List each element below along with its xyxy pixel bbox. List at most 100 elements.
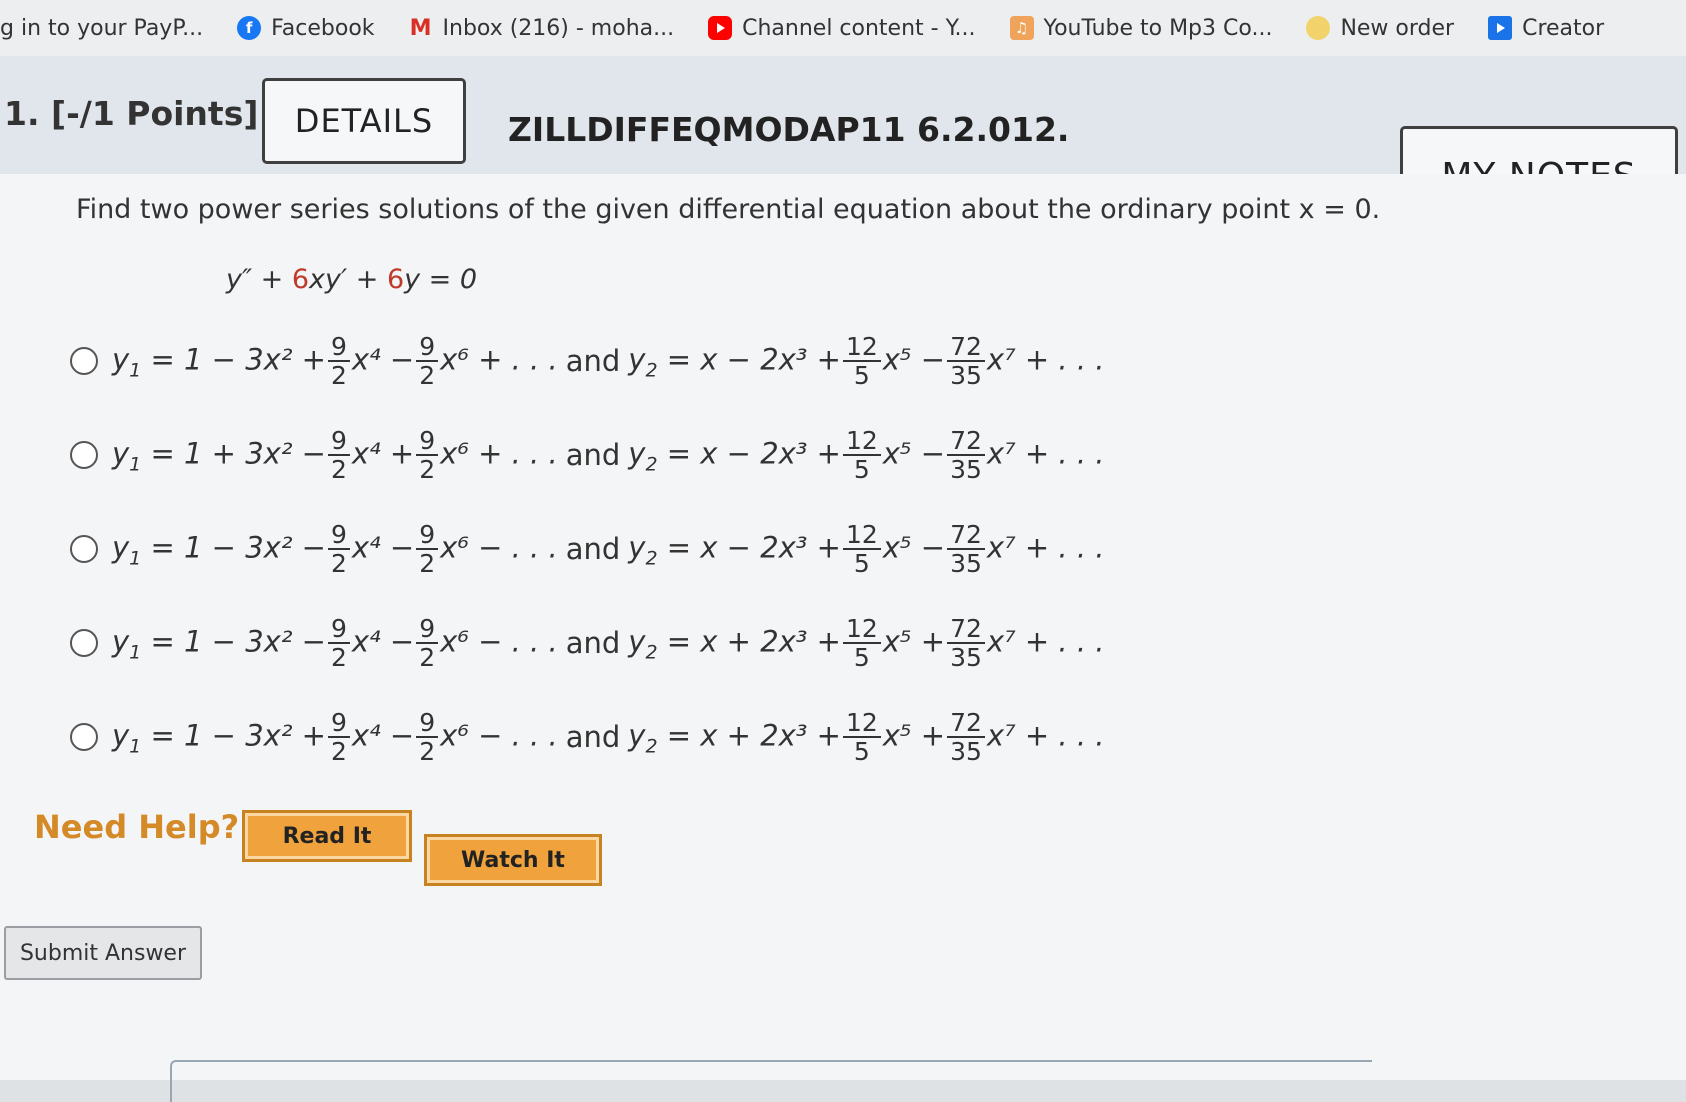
equation-part: xy′ + — [309, 264, 387, 295]
fraction-denominator: 2 — [330, 737, 347, 766]
answer-option-1[interactable]: y1 = 1 − 3x² +9 2 x⁴ −9 2 x⁶ + . . . and y2 = … — [70, 314, 1320, 408]
youtube-icon — [708, 16, 733, 40]
y2-symbol: y — [628, 624, 646, 658]
series-term: x⁷ + . . . — [986, 624, 1105, 658]
equation-part: y = 0 — [404, 264, 478, 295]
series-term: x⁶ − . . . — [440, 624, 558, 658]
series-term: 1 + 3x² − — [184, 436, 326, 470]
fraction-numerator: 72 — [947, 520, 985, 550]
equation-part: y″ + — [226, 264, 292, 295]
fraction: 72 35 — [947, 614, 985, 672]
y1-series: y1 = 1 − 3x² +9 2 x⁴ −9 2 x⁶ − . . . — [112, 708, 558, 766]
fraction-numerator: 12 — [842, 332, 881, 362]
fraction-denominator: 5 — [853, 549, 870, 578]
series-term: 1 − 3x² − — [184, 624, 326, 658]
y2-subscript: 2 — [645, 546, 658, 569]
y1-series: y1 = 1 − 3x² −9 2 x⁴ −9 2 x⁶ − . . . — [112, 520, 558, 578]
fraction-denominator: 5 — [853, 643, 870, 672]
fraction: 12 5 — [842, 426, 881, 484]
series-term: x⁴ − — [351, 342, 415, 376]
need-help-label: Need Help? — [34, 808, 240, 846]
fraction-denominator: 2 — [419, 737, 436, 766]
fraction-denominator: 35 — [950, 549, 982, 578]
bookmarks-bar: g in to your PayP... f Facebook M Inbox … — [0, 0, 1686, 57]
bookmark-label: g in to your PayP... — [0, 15, 204, 41]
series-term: x⁴ + — [351, 436, 415, 470]
fraction: 92 — [327, 614, 350, 672]
and-word: and — [565, 626, 621, 660]
y1-symbol: y — [112, 624, 130, 658]
answer-option-5[interactable]: y1 = 1 − 3x² +9 2 x⁴ −9 2 x⁶ − . . . and y2 = … — [70, 690, 1320, 784]
fraction-denominator: 5 — [853, 361, 870, 390]
fraction-denominator: 5 — [853, 455, 870, 484]
y1-subscript: 1 — [129, 358, 142, 381]
fraction-denominator: 2 — [419, 643, 436, 672]
equals-sign: = — [141, 530, 185, 564]
y1-symbol: y — [112, 530, 130, 564]
and-word: and — [565, 344, 621, 378]
bookmark-youtube-mp3[interactable]: ♫ YouTube to Mp3 Co... — [1009, 0, 1273, 56]
fraction-numerator: 9 — [327, 332, 350, 362]
differential-equation: y″ + 6xy′ + 6y = 0 — [226, 264, 477, 295]
fraction-numerator: 72 — [947, 614, 985, 644]
y2-series: y2 = x − 2x³ +12 5 x⁵ −72 35 x⁷ + . . . — [628, 332, 1105, 390]
radio-button[interactable] — [70, 347, 98, 375]
radio-button[interactable] — [70, 441, 98, 469]
radio-button[interactable] — [70, 723, 98, 751]
facebook-icon: f — [237, 16, 262, 40]
series-term: x⁶ − . . . — [440, 718, 558, 752]
equation-coefficient: 6 — [291, 264, 310, 295]
equals-sign: = — [657, 436, 701, 470]
fraction: 92 — [416, 332, 439, 390]
series-term: x⁴ − — [351, 530, 415, 564]
watch-it-button[interactable]: Watch It — [424, 834, 602, 886]
fraction-numerator: 12 — [842, 614, 881, 644]
fraction-denominator: 5 — [853, 737, 870, 766]
fraction-numerator: 9 — [327, 426, 350, 456]
series-term: x⁵ − — [882, 530, 946, 564]
gmail-icon: M — [409, 15, 432, 41]
y1-symbol: y — [112, 342, 130, 376]
y1-subscript: 1 — [129, 734, 142, 757]
y1-series: y1 = 1 + 3x² −9 2 x⁴ +9 2 x⁶ + . . . — [112, 426, 558, 484]
fraction-numerator: 9 — [416, 332, 439, 362]
question-header: 1. [-/1 Points] DETAILS ZILLDIFFEQMODAP1… — [0, 56, 1686, 226]
bookmark-label: Facebook — [271, 15, 375, 41]
series-term: x⁶ + . . . — [440, 342, 558, 376]
series-term: x⁷ + . . . — [986, 342, 1105, 376]
bookmark-creator[interactable]: Creator — [1488, 0, 1604, 56]
and-word: and — [565, 532, 621, 566]
equation-coefficient: 6 — [386, 264, 405, 295]
series-term: x⁴ − — [351, 718, 415, 752]
details-button[interactable]: DETAILS — [262, 78, 466, 164]
answer-option-3[interactable]: y1 = 1 − 3x² −9 2 x⁴ −9 2 x⁶ − . . . and y2 = … — [70, 502, 1320, 596]
y1-series: y1 = 1 − 3x² −9 2 x⁴ −9 2 x⁶ − . . . — [112, 614, 558, 672]
equals-sign: = — [141, 342, 185, 376]
y2-series: y2 = x − 2x³ +12 5 x⁵ −72 35 x⁷ + . . . — [628, 426, 1104, 484]
bookmark-facebook[interactable]: f Facebook — [237, 0, 375, 56]
fraction: 72 35 — [947, 520, 985, 578]
order-icon — [1306, 16, 1331, 40]
bookmark-label: YouTube to Mp3 Co... — [1043, 15, 1273, 41]
bookmark-new-order[interactable]: New order — [1306, 0, 1454, 56]
submit-answer-button[interactable]: Submit Answer — [4, 926, 202, 980]
radio-button[interactable] — [70, 629, 98, 657]
y1-subscript: 1 — [129, 640, 142, 663]
fraction-numerator: 9 — [416, 426, 439, 456]
read-it-button[interactable]: Read It — [242, 810, 412, 862]
series-term: 1 − 3x² − — [184, 530, 326, 564]
radio-button[interactable] — [70, 535, 98, 563]
answer-option-4[interactable]: y1 = 1 − 3x² −9 2 x⁴ −9 2 x⁶ − . . . and y2 = … — [70, 596, 1320, 690]
y2-series: y2 = x + 2x³ +12 5 x⁵ +72 35 x⁷ + . . . — [628, 708, 1104, 766]
bookmark-paypal[interactable]: g in to your PayP... — [0, 0, 203, 56]
fraction: 92 — [327, 520, 350, 578]
fraction-numerator: 9 — [416, 614, 439, 644]
bookmark-youtube-channel[interactable]: Channel content - Y... — [708, 0, 976, 56]
next-question-box — [170, 1060, 1372, 1102]
y1-subscript: 1 — [129, 546, 142, 569]
answer-option-2[interactable]: y1 = 1 + 3x² −9 2 x⁴ +9 2 x⁶ + . . . and y2 = … — [70, 408, 1320, 502]
bookmark-gmail-inbox[interactable]: M Inbox (216) - moha... — [409, 0, 675, 56]
fraction: 92 — [327, 332, 350, 390]
y2-subscript: 2 — [645, 640, 658, 663]
series-term: x⁵ − — [882, 342, 946, 376]
